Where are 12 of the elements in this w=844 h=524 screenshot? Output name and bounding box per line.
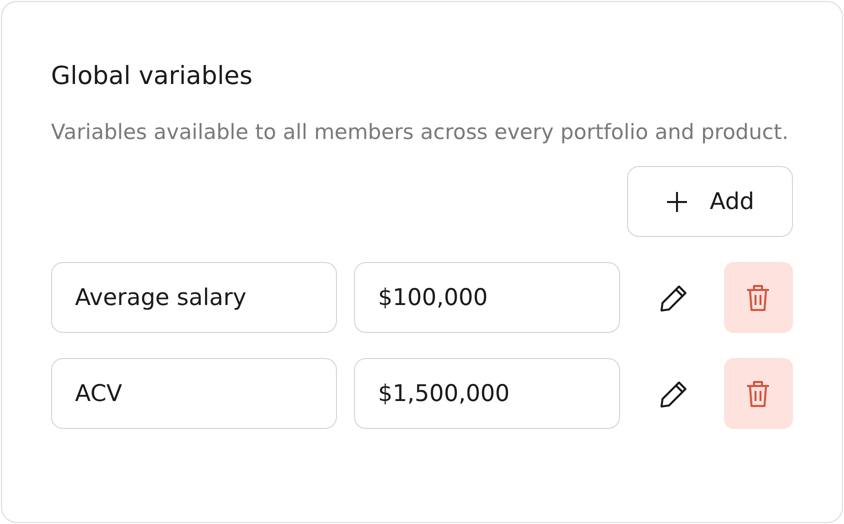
trash-icon bbox=[745, 380, 772, 408]
section-description: Variables available to all members across every portfolio and product. bbox=[51, 119, 790, 146]
delete-button[interactable] bbox=[724, 358, 793, 429]
delete-button[interactable] bbox=[724, 262, 793, 333]
trash-icon bbox=[745, 284, 772, 312]
section-title: Global variables bbox=[51, 60, 254, 92]
add-button[interactable]: Add bbox=[627, 166, 793, 237]
plus-icon bbox=[666, 190, 688, 212]
variable-value-field[interactable]: $100,000 bbox=[354, 262, 620, 333]
variable-name-field[interactable]: Average salary bbox=[51, 262, 337, 333]
variable-name-field[interactable]: ACV bbox=[51, 358, 337, 429]
variable-value-field[interactable]: $1,500,000 bbox=[354, 358, 620, 429]
